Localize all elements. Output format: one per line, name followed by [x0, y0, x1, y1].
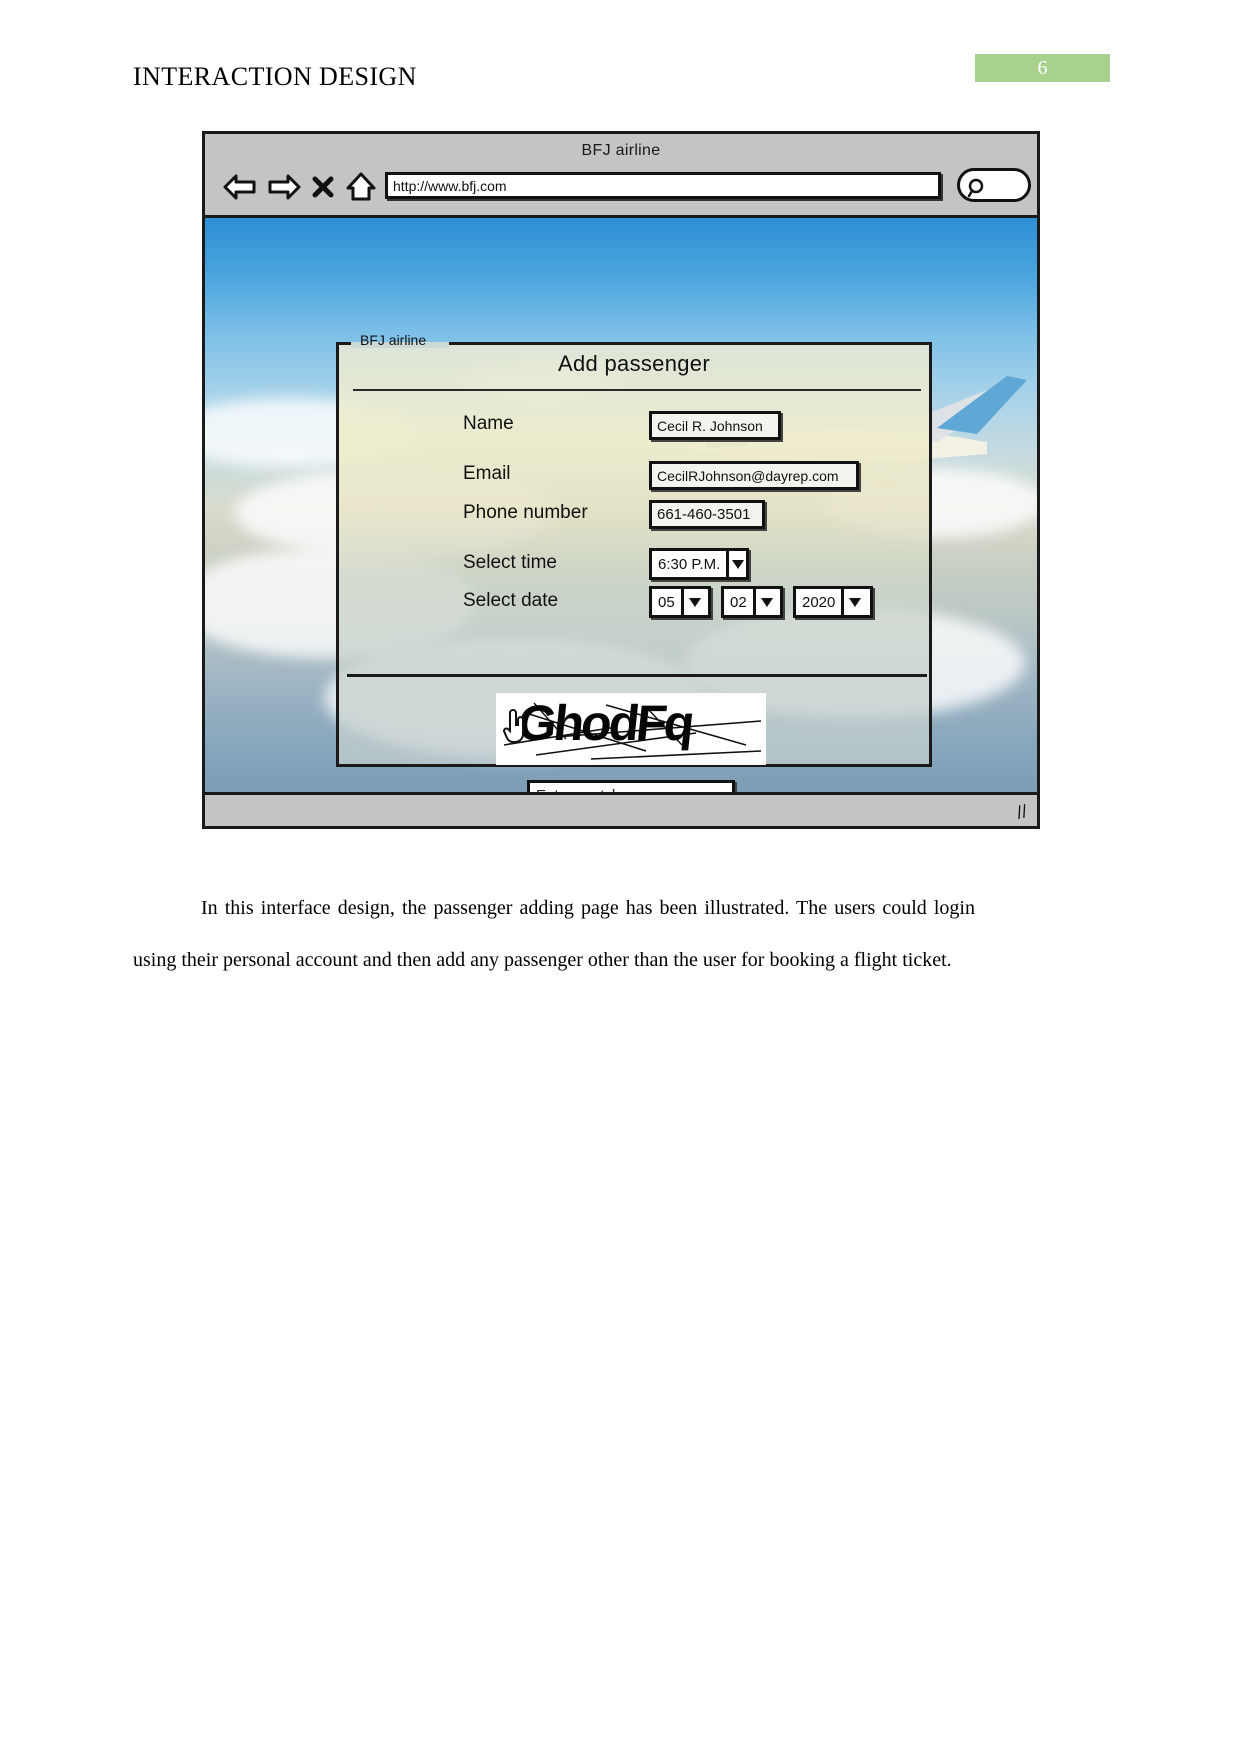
close-x-icon[interactable] — [311, 173, 335, 201]
chevron-down-icon[interactable] — [680, 589, 706, 615]
select-date-year[interactable]: 2020 — [793, 586, 873, 618]
browser-window-mockup: BFJ airline http://www.bfj.com BFJ airli… — [202, 131, 1040, 829]
label-email: Email — [463, 463, 511, 484]
field-row-email: Email CecilRJohnson@dayrep.com — [339, 461, 929, 497]
label-phone-number: Phone number — [463, 502, 588, 523]
chevron-down-icon[interactable] — [726, 551, 746, 577]
select-time-value: 6:30 P.M. — [658, 555, 721, 573]
select-date-year-value: 2020 — [802, 593, 836, 611]
address-bar[interactable]: http://www.bfj.com — [385, 172, 941, 199]
hand-pointer-icon — [501, 705, 527, 748]
resize-grip-icon[interactable]: // — [1015, 801, 1029, 824]
address-bar-value: http://www.bfj.com — [393, 178, 507, 194]
field-row-select-time: Select time 6:30 P.M. — [339, 548, 929, 586]
browser-window-title: BFJ airline — [581, 142, 661, 159]
browser-nav-icons — [223, 168, 377, 206]
captcha-image: GhodFq — [496, 693, 766, 765]
select-date-month-value: 05 — [658, 593, 675, 611]
page-title: INTERACTION DESIGN — [133, 62, 417, 91]
captcha-image-text: GhodFq — [515, 695, 695, 751]
label-select-time: Select time — [463, 552, 557, 573]
page-number-text: 6 — [1037, 57, 1048, 79]
select-date-day-value: 02 — [730, 593, 747, 611]
chevron-down-icon[interactable] — [752, 589, 778, 615]
field-row-select-date: Select date 05 02 2020 — [339, 586, 929, 624]
body-paragraph: In this interface design, the passenger … — [133, 897, 975, 971]
label-select-date: Select date — [463, 590, 559, 611]
select-date-month[interactable]: 05 — [649, 586, 711, 618]
input-name[interactable]: Cecil R. Johnson — [649, 411, 781, 440]
panel-heading: Add passenger — [558, 351, 710, 376]
input-phone-number[interactable]: 661-460-3501 — [649, 500, 765, 529]
select-time[interactable]: 6:30 P.M. — [649, 548, 749, 580]
document-header: INTERACTION DESIGN 6 — [0, 0, 1241, 110]
arrow-left-icon[interactable] — [223, 172, 257, 202]
panel-divider-middle — [347, 674, 927, 677]
browser-search-box[interactable] — [957, 168, 1031, 202]
browser-viewport: BFJ airline Add passenger Name Cecil R. … — [205, 218, 1037, 796]
input-email[interactable]: CecilRJohnson@dayrep.com — [649, 461, 859, 490]
panel-legend: BFJ airline — [360, 332, 427, 348]
arrow-right-icon[interactable] — [267, 172, 301, 202]
select-date-day[interactable]: 02 — [721, 586, 783, 618]
browser-status-bar: // — [205, 792, 1037, 826]
field-row-phone: Phone number 661-460-3501 — [339, 500, 929, 536]
panel-divider-top — [353, 389, 921, 391]
add-passenger-panel: BFJ airline Add passenger Name Cecil R. … — [336, 332, 932, 796]
chevron-down-icon[interactable] — [841, 589, 867, 615]
field-row-name: Name Cecil R. Johnson — [339, 411, 929, 447]
browser-chrome: BFJ airline http://www.bfj.com — [205, 134, 1037, 218]
magnifier-icon — [966, 177, 988, 204]
home-icon[interactable] — [345, 171, 377, 203]
page-number-badge: 6 — [975, 54, 1110, 82]
label-name: Name — [463, 413, 514, 434]
